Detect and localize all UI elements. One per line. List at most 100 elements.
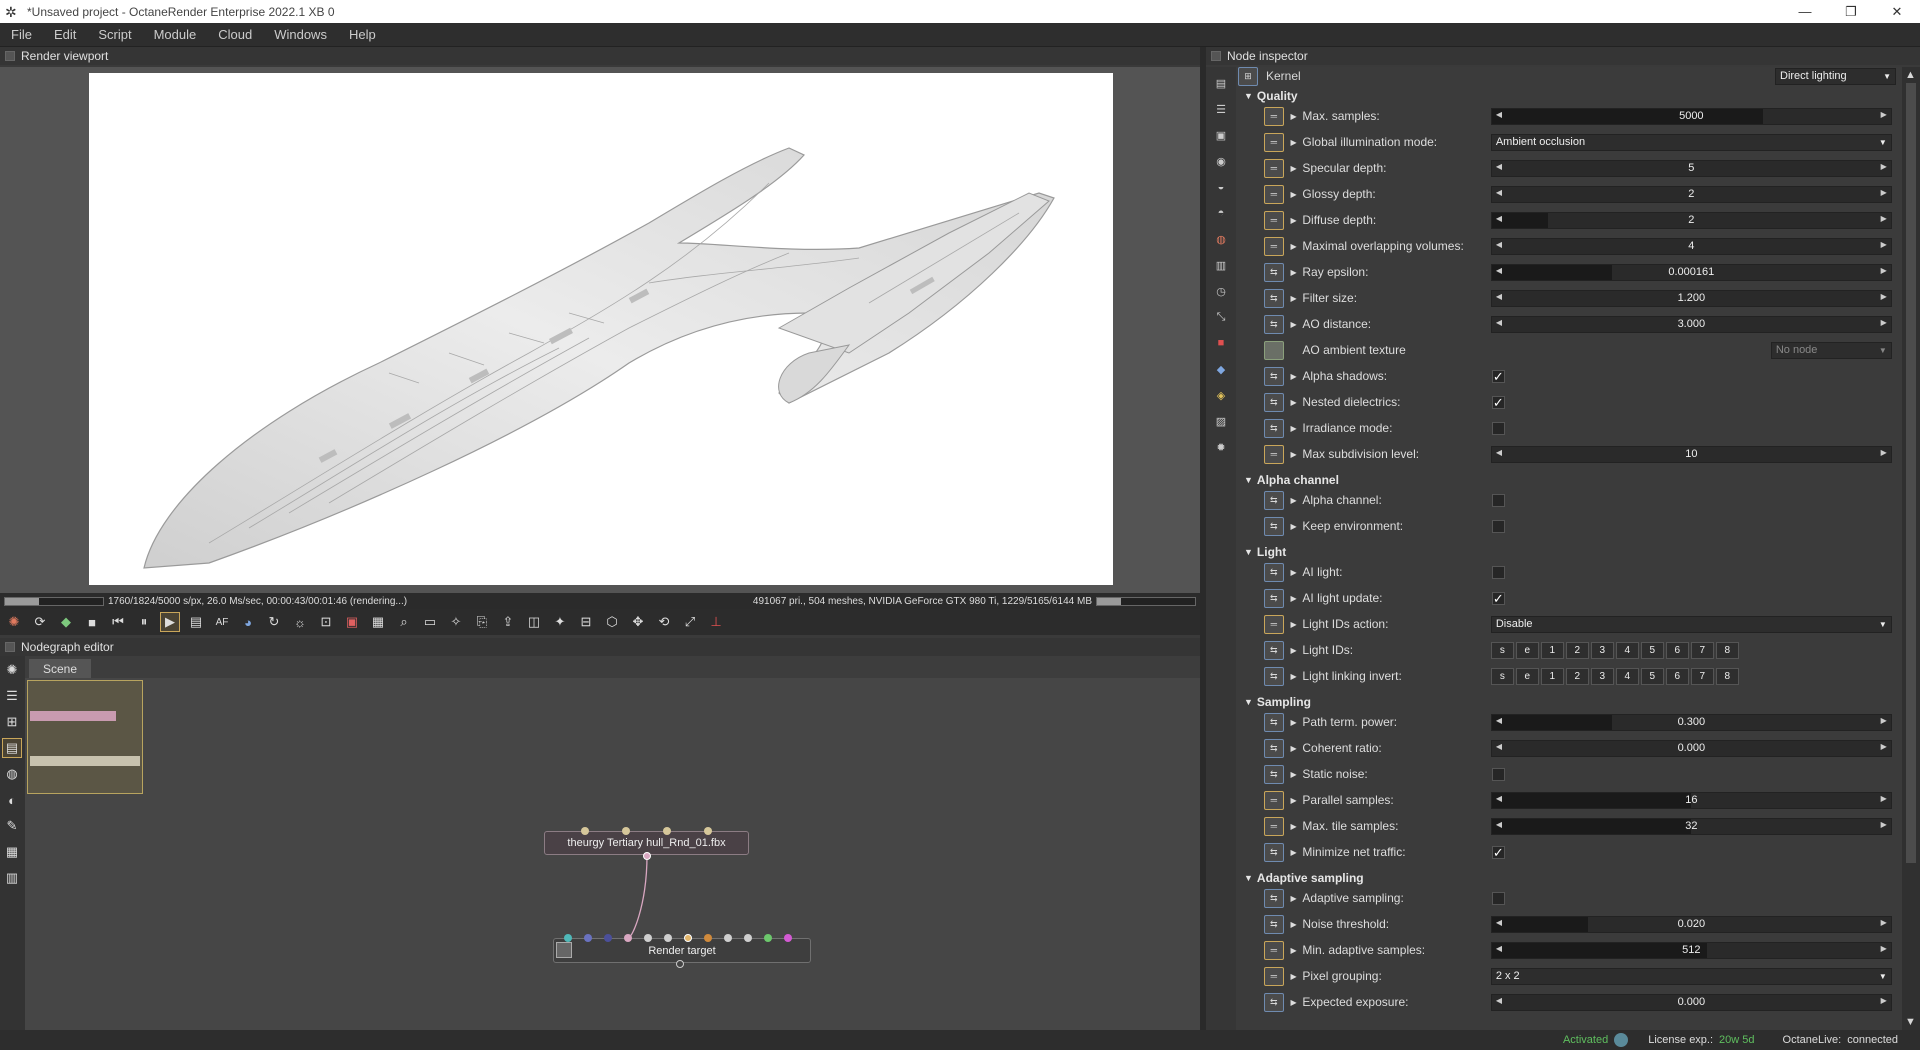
expand-arrow-icon[interactable]: ▶ bbox=[1287, 398, 1301, 407]
light-id-button[interactable]: 8 bbox=[1715, 641, 1739, 659]
expand-arrow-icon[interactable]: ▶ bbox=[1287, 242, 1301, 251]
node-pin[interactable] bbox=[622, 827, 630, 835]
gizmo-icon[interactable]: ⊥ bbox=[706, 612, 726, 632]
value-slider[interactable]: ◀ 0.000 ▶ bbox=[1490, 993, 1892, 1011]
pin-type-icon[interactable]: ═ bbox=[1264, 444, 1284, 464]
expand-arrow-icon[interactable]: ▶ bbox=[1287, 320, 1301, 329]
light-id-button[interactable]: e bbox=[1515, 641, 1539, 659]
section-light[interactable]: ▼ Light bbox=[1244, 543, 1286, 561]
node-pin[interactable] bbox=[704, 827, 712, 835]
render-image[interactable] bbox=[89, 73, 1113, 585]
expand-arrow-icon[interactable]: ▶ bbox=[1287, 894, 1301, 903]
value-slider[interactable]: ◀ 32 ▶ bbox=[1490, 817, 1892, 835]
section-quality[interactable]: ▼ Quality bbox=[1244, 87, 1298, 105]
expand-arrow-icon[interactable]: ▶ bbox=[1287, 424, 1301, 433]
light-icon[interactable]: ☼ bbox=[290, 612, 310, 632]
select-icon[interactable]: ⊞ bbox=[2, 712, 22, 732]
value-slider[interactable]: ◀ 4 ▶ bbox=[1490, 237, 1892, 255]
rewind-icon[interactable]: ⏮ bbox=[108, 612, 128, 632]
expand-arrow-icon[interactable]: ▶ bbox=[1287, 972, 1301, 981]
light-id-button[interactable]: 4 bbox=[1615, 667, 1639, 685]
pause-icon[interactable]: ⏸ bbox=[134, 612, 154, 632]
checkbox[interactable] bbox=[1491, 565, 1505, 579]
collapse-triangle-icon[interactable]: ▼ bbox=[1244, 475, 1253, 485]
expand-arrow-icon[interactable]: ▶ bbox=[1287, 216, 1301, 225]
pin-type-icon[interactable]: ⇆ bbox=[1264, 516, 1284, 536]
pin-type-icon[interactable]: ═ bbox=[1264, 790, 1284, 810]
pin-type-icon[interactable]: ═ bbox=[1264, 614, 1284, 634]
list-icon[interactable]: ▥ bbox=[1211, 255, 1231, 275]
menu-help[interactable]: Help bbox=[338, 27, 387, 42]
expand-arrow-icon[interactable]: ▶ bbox=[1287, 268, 1301, 277]
film-region-icon[interactable]: ▣ bbox=[342, 612, 362, 632]
material-icon[interactable]: ◍ bbox=[1211, 229, 1231, 249]
pin-type-icon[interactable]: ⇆ bbox=[1264, 712, 1284, 732]
color-icon[interactable]: ◕ bbox=[238, 612, 258, 632]
table-icon[interactable]: ▥ bbox=[2, 868, 22, 888]
octane-logo-icon[interactable]: ✺ bbox=[2, 660, 22, 680]
refresh-icon[interactable]: ⟳ bbox=[30, 612, 50, 632]
checkbox[interactable] bbox=[1491, 421, 1505, 435]
expand-arrow-icon[interactable]: ▶ bbox=[1287, 112, 1301, 121]
value-slider[interactable]: ◀ 3.000 ▶ bbox=[1490, 315, 1892, 333]
expand-arrow-icon[interactable]: ▶ bbox=[1287, 796, 1301, 805]
pin-type-icon[interactable]: ═ bbox=[1264, 816, 1284, 836]
collapse-triangle-icon[interactable]: ▼ bbox=[1244, 547, 1253, 557]
light-id-button[interactable]: 7 bbox=[1690, 667, 1714, 685]
kernel-icon[interactable]: ⊞ bbox=[1238, 67, 1258, 86]
checkbox[interactable]: ✓ bbox=[1491, 845, 1505, 859]
checkbox[interactable] bbox=[1491, 891, 1505, 905]
expand-arrow-icon[interactable]: ▶ bbox=[1287, 594, 1301, 603]
value-slider[interactable]: ◀ 0.300 ▶ bbox=[1490, 713, 1892, 731]
dock-icon[interactable] bbox=[1211, 51, 1221, 61]
scroll-down-icon[interactable]: ▼ bbox=[1905, 1016, 1916, 1028]
increment-icon[interactable]: ▶ bbox=[1881, 266, 1887, 275]
cube-icon[interactable]: ◆ bbox=[56, 612, 76, 632]
node-pin[interactable] bbox=[644, 934, 652, 942]
play-icon[interactable]: ▶ bbox=[160, 612, 180, 632]
node-link-dropdown[interactable]: No node ▼ bbox=[1770, 341, 1892, 359]
zoom-icon[interactable]: ⌕ bbox=[394, 612, 414, 632]
pin-type-icon[interactable]: ═ bbox=[1264, 106, 1284, 126]
expand-arrow-icon[interactable]: ▶ bbox=[1287, 450, 1301, 459]
increment-icon[interactable]: ▶ bbox=[1881, 742, 1887, 751]
increment-icon[interactable]: ▶ bbox=[1881, 996, 1887, 1005]
increment-icon[interactable]: ▶ bbox=[1881, 944, 1887, 953]
pick-icon[interactable]: ✧ bbox=[446, 612, 466, 632]
node-pin[interactable] bbox=[663, 827, 671, 835]
light-id-button[interactable]: 7 bbox=[1690, 641, 1714, 659]
increment-icon[interactable]: ▶ bbox=[1881, 716, 1887, 725]
expand-arrow-icon[interactable]: ▶ bbox=[1287, 770, 1301, 779]
pin-type-icon[interactable]: ═ bbox=[1264, 184, 1284, 204]
node-output-pin[interactable] bbox=[676, 960, 684, 968]
section-alpha-channel[interactable]: ▼ Alpha channel bbox=[1244, 471, 1339, 489]
arrange-icon[interactable]: ☰ bbox=[2, 686, 22, 706]
expand-arrow-icon[interactable]: ▶ bbox=[1287, 744, 1301, 753]
checkbox[interactable]: ✓ bbox=[1491, 369, 1505, 383]
value-dropdown[interactable]: 2 x 2 ▼ bbox=[1490, 967, 1892, 985]
fullscreen-icon[interactable]: ⤢ bbox=[680, 612, 700, 632]
light-id-button[interactable]: e bbox=[1515, 667, 1539, 685]
sync-icon[interactable]: ↻ bbox=[264, 612, 284, 632]
menu-cloud[interactable]: Cloud bbox=[207, 27, 263, 42]
maximize-button[interactable]: ❐ bbox=[1828, 4, 1874, 20]
rotate-icon[interactable]: ⟲ bbox=[654, 612, 674, 632]
pin-type-icon[interactable]: ⇆ bbox=[1264, 392, 1284, 412]
value-slider[interactable]: ◀ 5000 ▶ bbox=[1490, 107, 1892, 125]
collapse-icon[interactable]: ▤ bbox=[1211, 73, 1231, 93]
node-pin[interactable] bbox=[564, 934, 572, 942]
pin-type-icon[interactable]: ═ bbox=[1264, 132, 1284, 152]
stop-icon[interactable]: ■ bbox=[82, 612, 102, 632]
light-id-button[interactable]: 2 bbox=[1565, 667, 1589, 685]
node-pin[interactable] bbox=[684, 934, 692, 942]
node-pin[interactable] bbox=[581, 827, 589, 835]
increment-icon[interactable]: ▶ bbox=[1881, 188, 1887, 197]
increment-icon[interactable]: ▶ bbox=[1881, 214, 1887, 223]
close-button[interactable]: ✕ bbox=[1874, 4, 1920, 20]
dock-icon[interactable] bbox=[5, 642, 15, 652]
expand-arrow-icon[interactable]: ▶ bbox=[1287, 718, 1301, 727]
collapse-triangle-icon[interactable]: ▼ bbox=[1244, 873, 1253, 883]
expand-arrow-icon[interactable]: ▶ bbox=[1287, 372, 1301, 381]
node-pin[interactable] bbox=[744, 934, 752, 942]
menu-module[interactable]: Module bbox=[143, 27, 208, 42]
